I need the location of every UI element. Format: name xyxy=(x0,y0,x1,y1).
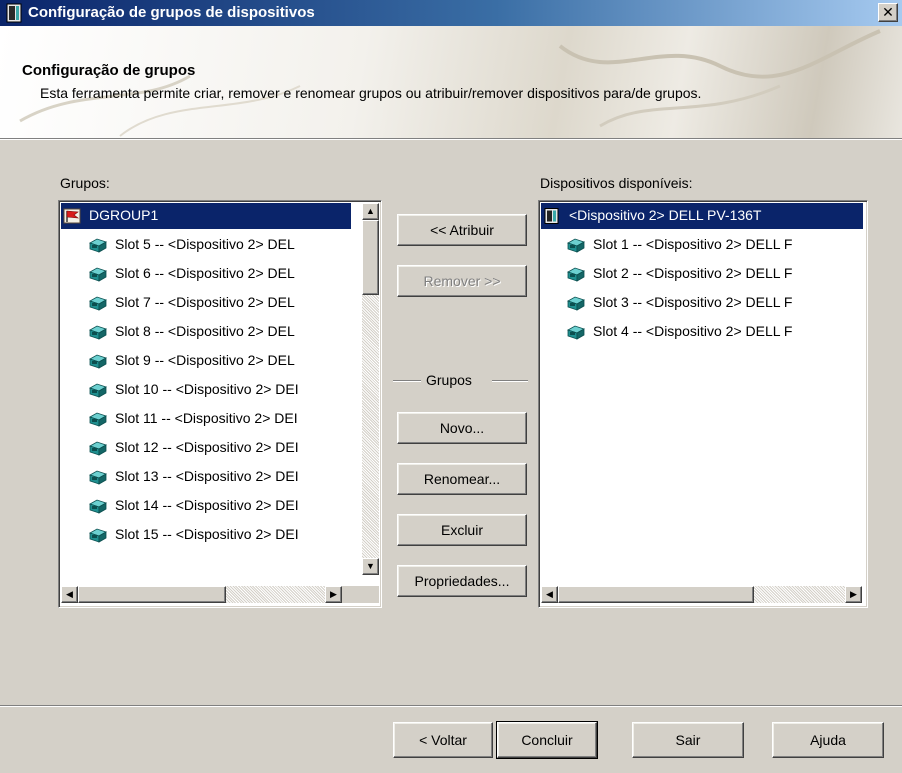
tree-item[interactable]: Slot 8 -- <Dispositivo 2> DEL xyxy=(61,319,351,345)
horizontal-scroll-thumb[interactable] xyxy=(78,586,226,603)
tree-item-label: Slot 7 -- <Dispositivo 2> DEL xyxy=(115,294,295,310)
tree-item-label: Slot 14 -- <Dispositivo 2> DEI xyxy=(115,497,299,513)
tree-item-label: DGROUP1 xyxy=(89,207,159,223)
groups-section-label: Grupos xyxy=(426,372,472,388)
tree-item-label: Slot 12 -- <Dispositivo 2> DEI xyxy=(115,439,299,455)
tape-library-icon xyxy=(543,208,561,224)
scroll-left-button[interactable]: ◀ xyxy=(541,586,558,603)
tree-item[interactable]: Slot 9 -- <Dispositivo 2> DEL xyxy=(61,348,351,374)
scroll-left-button[interactable]: ◀ xyxy=(61,586,78,603)
footer-divider xyxy=(0,705,902,707)
tree-item[interactable]: Slot 15 -- <Dispositivo 2> DEI xyxy=(61,522,351,548)
exit-button[interactable]: Sair xyxy=(632,722,744,758)
tape-cartridge-icon xyxy=(89,324,107,340)
tree-item[interactable]: Slot 13 -- <Dispositivo 2> DEI xyxy=(61,464,351,490)
scroll-corner xyxy=(342,586,379,603)
tape-cartridge-icon xyxy=(89,237,107,253)
available-devices-tree[interactable]: <Dispositivo 2> DELL PV-136T Slot 1 -- <D… xyxy=(538,200,868,608)
tape-cartridge-icon xyxy=(89,353,107,369)
window-title: Configuração de grupos de dispositivos xyxy=(28,4,315,21)
tree-item[interactable]: Slot 11 -- <Dispositivo 2> DEI xyxy=(61,406,351,432)
tree-item-label: Slot 11 -- <Dispositivo 2> DEI xyxy=(115,410,298,426)
finish-button[interactable]: Concluir xyxy=(496,721,598,759)
groups-separator-left xyxy=(393,380,421,382)
tree-item[interactable]: Slot 3 -- <Dispositivo 2> DELL F xyxy=(541,290,863,316)
horizontal-scroll-thumb[interactable] xyxy=(558,586,754,603)
scroll-down-button[interactable]: ▼ xyxy=(362,558,379,575)
tree-item-label: Slot 13 -- <Dispositivo 2> DEI xyxy=(115,468,299,484)
tree-item-label: Slot 8 -- <Dispositivo 2> DEL xyxy=(115,323,295,339)
tape-cartridge-icon xyxy=(567,295,585,311)
tape-cartridge-icon xyxy=(567,237,585,253)
tape-cartridge-icon xyxy=(89,498,107,514)
tree-item-label: Slot 1 -- <Dispositivo 2> DELL F xyxy=(593,236,793,252)
tree-item-label: Slot 2 -- <Dispositivo 2> DELL F xyxy=(593,265,793,281)
group-item-dgroup1[interactable]: DGROUP1 xyxy=(61,203,351,229)
back-button[interactable]: < Voltar xyxy=(393,722,493,758)
tree-item[interactable]: Slot 5 -- <Dispositivo 2> DEL xyxy=(61,232,351,258)
tape-cartridge-icon xyxy=(89,382,107,398)
tree-item[interactable]: Slot 4 -- <Dispositivo 2> DELL F xyxy=(541,319,863,345)
tree-item[interactable]: Slot 14 -- <Dispositivo 2> DEI xyxy=(61,493,351,519)
remove-button[interactable]: Remover >> xyxy=(397,265,527,297)
tree-item-label: Slot 5 -- <Dispositivo 2> DEL xyxy=(115,236,295,252)
rename-group-button[interactable]: Renomear... xyxy=(397,463,527,495)
tree-item[interactable]: Slot 2 -- <Dispositivo 2> DELL F xyxy=(541,261,863,287)
delete-group-button[interactable]: Excluir xyxy=(397,514,527,546)
tree-item[interactable]: Slot 12 -- <Dispositivo 2> DEI xyxy=(61,435,351,461)
group-flag-icon xyxy=(63,208,81,224)
vertical-scroll-thumb[interactable] xyxy=(362,220,379,295)
tree-item-label: <Dispositivo 2> DELL PV-136T xyxy=(569,207,762,223)
tree-item[interactable]: Slot 6 -- <Dispositivo 2> DEL xyxy=(61,261,351,287)
tree-item[interactable]: Slot 7 -- <Dispositivo 2> DEL xyxy=(61,290,351,316)
scroll-right-button[interactable]: ▶ xyxy=(845,586,862,603)
group-properties-button[interactable]: Propriedades... xyxy=(397,565,527,597)
tree-item-label: Slot 6 -- <Dispositivo 2> DEL xyxy=(115,265,295,281)
tape-cartridge-icon xyxy=(567,266,585,282)
tape-cartridge-icon xyxy=(89,527,107,543)
header-banner: Configuração de grupos Esta ferramenta p… xyxy=(0,26,902,138)
tape-cartridge-icon xyxy=(89,266,107,282)
tape-cartridge-icon xyxy=(89,411,107,427)
tree-item-label: Slot 3 -- <Dispositivo 2> DELL F xyxy=(593,294,793,310)
new-group-button[interactable]: Novo... xyxy=(397,412,527,444)
assign-button[interactable]: << Atribuir xyxy=(397,214,527,246)
groups-label: Grupos: xyxy=(60,175,110,191)
tape-cartridge-icon xyxy=(567,324,585,340)
tape-cartridge-icon xyxy=(89,469,107,485)
tape-cartridge-icon xyxy=(89,295,107,311)
scroll-right-button[interactable]: ▶ xyxy=(325,586,342,603)
header-divider xyxy=(0,138,902,140)
scroll-up-button[interactable]: ▲ xyxy=(362,203,379,220)
dialog-window: Configuração de grupos de dispositivos ✕… xyxy=(0,0,902,773)
tree-item[interactable]: Slot 10 -- <Dispositivo 2> DEI xyxy=(61,377,351,403)
page-description: Esta ferramenta permite criar, remover e… xyxy=(40,85,702,101)
tree-item[interactable]: Slot 1 -- <Dispositivo 2> DELL F xyxy=(541,232,863,258)
tree-item-label: Slot 15 -- <Dispositivo 2> DEI xyxy=(115,526,299,542)
available-devices-label: Dispositivos disponíveis: xyxy=(540,175,693,191)
tape-library-icon xyxy=(6,3,22,23)
device-item-library[interactable]: <Dispositivo 2> DELL PV-136T xyxy=(541,203,863,229)
tree-item-label: Slot 10 -- <Dispositivo 2> DEI xyxy=(115,381,299,397)
groups-separator-right xyxy=(492,380,528,382)
help-button[interactable]: Ajuda xyxy=(772,722,884,758)
tape-cartridge-icon xyxy=(89,440,107,456)
banner-decoration xyxy=(19,29,881,137)
close-button[interactable]: ✕ xyxy=(878,3,898,22)
tree-item-label: Slot 4 -- <Dispositivo 2> DELL F xyxy=(593,323,793,339)
groups-tree[interactable]: DGROUP1 Slot 5 -- <Dispositivo 2> DEL Slot… xyxy=(58,200,382,608)
tree-item-label: Slot 9 -- <Dispositivo 2> DEL xyxy=(115,352,295,368)
title-bar[interactable]: Configuração de grupos de dispositivos ✕ xyxy=(0,0,902,26)
page-title: Configuração de grupos xyxy=(22,62,196,79)
